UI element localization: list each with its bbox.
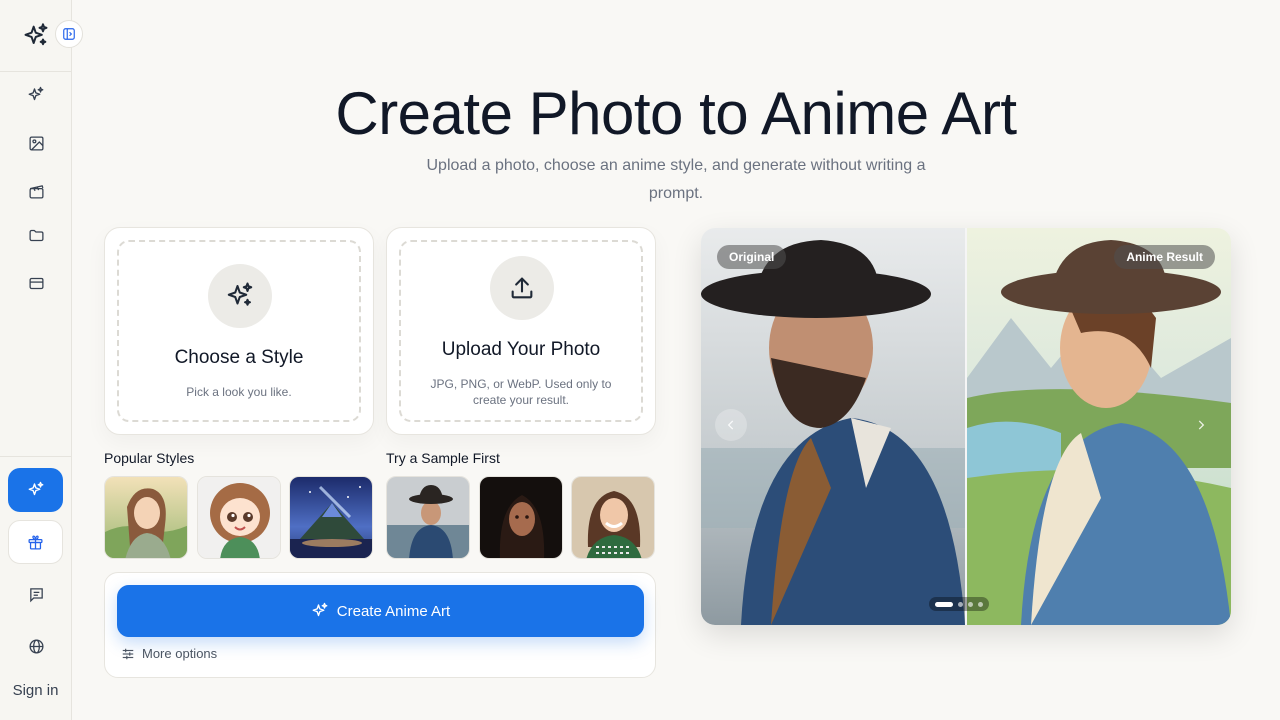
create-anime-art-button[interactable]: Create Anime Art [117,585,644,637]
upload-photo-card[interactable]: Upload Your Photo JPG, PNG, or WebP. Use… [386,227,656,435]
chevron-right-icon [1198,420,1205,430]
sliders-icon [122,648,134,659]
carousel-dot[interactable] [935,601,953,607]
sparkles-icon [28,86,44,101]
style-thumb-chibi[interactable] [197,476,281,559]
carousel-next-button[interactable] [1185,409,1217,441]
sidebar-item-images[interactable] [22,129,50,157]
sidebar-divider [0,456,71,457]
sample-thumb-dark-portrait[interactable] [479,476,563,559]
sidebar-item-create[interactable] [22,81,50,109]
sidebar-item-language[interactable] [22,632,50,660]
upload-photo-title: Upload Your Photo [441,339,601,360]
popular-styles-label: Popular Styles [104,450,195,466]
chat-icon [29,587,43,602]
upload-icon [490,256,554,320]
upload-photo-description: JPG, PNG, or WebP. Used only to create y… [430,377,612,407]
carousel-dot[interactable] [968,601,973,607]
sparkles-logo-icon[interactable] [22,22,50,50]
comparison-image [701,228,1231,625]
before-after-carousel[interactable]: Original Anime Result [701,228,1231,625]
sidebar-item-rewards[interactable] [8,520,63,564]
anime-result-badge: Anime Result [1114,245,1215,269]
carousel-prev-button[interactable] [715,409,747,441]
card-icon [28,277,44,289]
sign-in-link[interactable]: Sign in [0,682,71,699]
folder-icon [28,229,44,241]
page-subtitle: Upload a photo, choose an anime style, a… [426,157,926,202]
sparkles-icon [28,481,43,496]
video-icon [28,184,44,199]
create-panel: Create Anime Art More options [104,572,656,678]
carousel-dot[interactable] [958,601,963,607]
style-thumb-fantasy[interactable] [289,476,373,559]
sample-thumb-smiling-woman[interactable] [571,476,655,559]
sidebar: Sign in [0,0,83,720]
globe-icon [28,638,44,654]
create-button-label: Create Anime Art [336,602,451,620]
original-badge: Original [717,245,787,269]
sidebar-item-feedback[interactable] [22,580,50,608]
more-options-label: More options [142,646,218,661]
choose-style-card[interactable]: Choose a Style Pick a look you like. [104,227,374,435]
gift-icon [28,534,43,550]
choose-style-description: Pick a look you like. [186,385,292,399]
sidebar-item-anime-tool[interactable] [8,468,63,512]
sidebar-item-billing[interactable] [22,269,50,297]
more-options-button[interactable]: More options [121,646,217,661]
sample-thumb-cowboy[interactable] [386,476,470,559]
carousel-indicators [929,597,989,611]
sidebar-item-library[interactable] [22,221,50,249]
sidebar-toggle-icon[interactable] [55,20,83,48]
carousel-dot[interactable] [978,601,983,607]
chevron-left-icon [727,420,734,430]
sparkles-icon [312,602,328,617]
image-icon [28,135,44,151]
samples-label: Try a Sample First [386,450,500,466]
page-title: Create Photo to Anime Art [335,80,1017,147]
sidebar-item-videos[interactable] [22,177,50,205]
choose-style-title: Choose a Style [174,347,304,368]
style-thumb-watercolor[interactable] [104,476,188,559]
sparkles-icon [208,264,272,328]
